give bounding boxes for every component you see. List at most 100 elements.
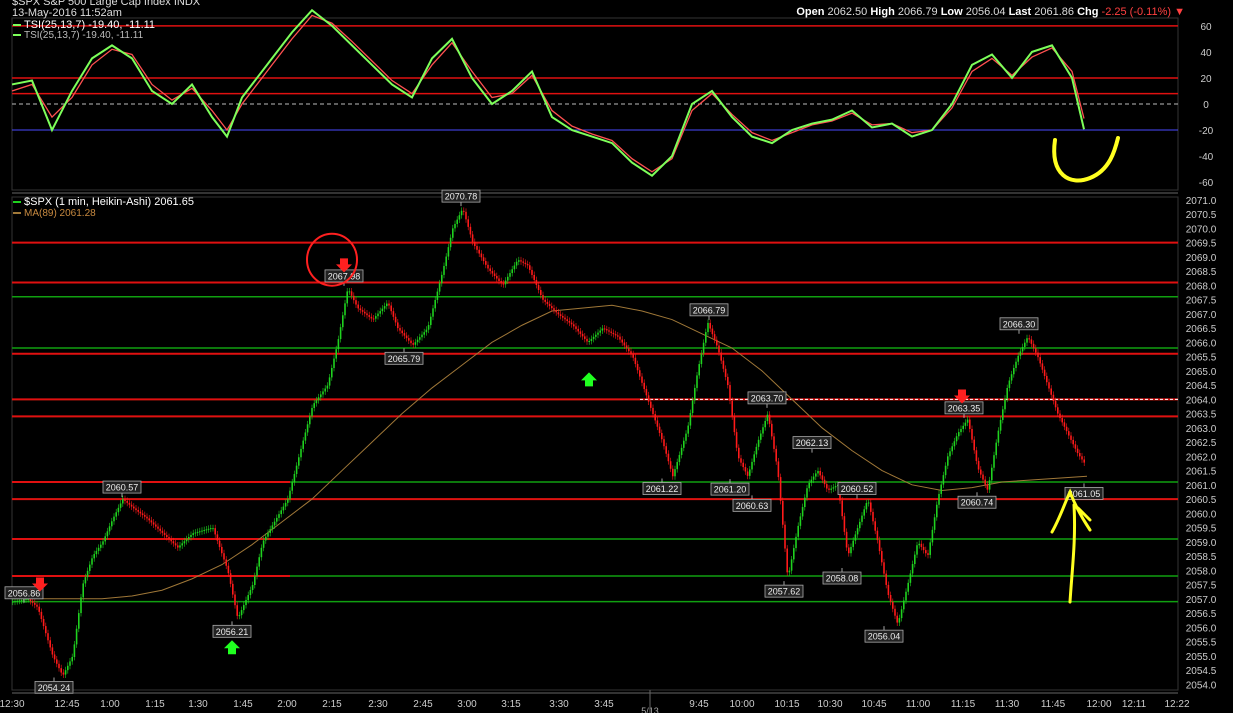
- price-panel-frame: [11, 196, 1179, 691]
- price-label: 2070.78: [445, 192, 478, 202]
- candle-up: [960, 428, 962, 433]
- candle-up: [511, 269, 513, 274]
- candle-up: [434, 299, 436, 309]
- candle-down: [34, 602, 36, 605]
- candle-down: [775, 448, 777, 462]
- candle-down: [469, 226, 472, 235]
- candle-down: [502, 283, 505, 285]
- price-label: 2060.57: [106, 483, 139, 493]
- price-label: 2054.24: [38, 683, 71, 693]
- candle-down: [168, 537, 170, 540]
- candle-down: [410, 340, 412, 344]
- candle-up: [86, 570, 89, 578]
- candle-down: [874, 521, 876, 531]
- candle-down: [628, 348, 630, 352]
- candle-up: [416, 339, 419, 343]
- candle-down: [399, 328, 401, 331]
- candle-up: [93, 554, 95, 559]
- x-tick-label: 10:45: [861, 699, 886, 710]
- candle-down: [236, 605, 238, 616]
- candle-down: [665, 446, 667, 454]
- candle-up: [588, 341, 590, 343]
- candle-up: [867, 502, 870, 504]
- candle-up: [962, 425, 964, 429]
- candle-up: [282, 506, 285, 511]
- candle-down: [603, 328, 606, 330]
- candle-down: [526, 264, 529, 266]
- candle-up: [249, 590, 252, 596]
- candle-up: [278, 514, 280, 518]
- candle-down: [1041, 363, 1044, 370]
- candle-down: [482, 257, 485, 262]
- candle-up: [339, 327, 342, 340]
- candle-up: [995, 442, 997, 456]
- candle-down: [1072, 439, 1074, 445]
- price-y-tick: 2068.0: [1186, 281, 1217, 292]
- candle-up: [1017, 355, 1019, 362]
- candle-up: [104, 536, 106, 542]
- candle-down: [573, 324, 575, 327]
- candle-up: [111, 521, 113, 527]
- candle-up: [795, 536, 797, 549]
- candle-up: [89, 564, 91, 571]
- candle-up: [905, 591, 907, 601]
- candle-down: [361, 310, 364, 312]
- candle-up: [333, 358, 335, 368]
- candle-up: [106, 531, 109, 537]
- x-tick-label: 12:45: [54, 699, 79, 710]
- candle-up: [597, 332, 599, 335]
- candle-up: [324, 388, 326, 392]
- candle-down: [463, 210, 465, 212]
- candle-down: [777, 461, 780, 478]
- candle-up: [205, 529, 208, 531]
- candle-down: [617, 335, 619, 337]
- candle-up: [97, 547, 100, 551]
- candle-up: [251, 585, 254, 591]
- price-y-tick: 2065.5: [1186, 353, 1217, 364]
- candle-up: [69, 661, 71, 666]
- candle-down: [625, 345, 628, 349]
- candle-up: [817, 470, 819, 474]
- candle-down: [353, 295, 355, 301]
- candle-up: [331, 367, 333, 378]
- candle-down: [533, 274, 535, 280]
- x-tick-label: 1:00: [100, 699, 120, 710]
- candle-up: [799, 516, 802, 526]
- ma-swatch-icon: [13, 212, 21, 215]
- candle-up: [599, 330, 601, 333]
- candle-down: [467, 219, 469, 227]
- candle-down: [489, 268, 491, 271]
- candle-down: [146, 516, 148, 519]
- candle-down: [1068, 431, 1070, 436]
- candle-up: [113, 516, 115, 522]
- candle-down: [892, 601, 894, 609]
- candle-down: [53, 654, 56, 660]
- candle-down: [159, 528, 161, 531]
- candle-down: [663, 439, 665, 447]
- candle-up: [20, 599, 23, 601]
- x-tick-label: 2:00: [277, 699, 297, 710]
- candle-up: [678, 454, 681, 463]
- candle-up: [753, 454, 755, 462]
- candle-down: [1076, 448, 1079, 454]
- candle-down: [724, 368, 727, 377]
- candle-down: [42, 618, 45, 627]
- quote-summary: Open 2062.50 High 2066.79 Low 2056.04 La…: [796, 6, 1185, 18]
- candle-down: [397, 322, 399, 329]
- candle-down: [137, 510, 139, 512]
- candle-down: [412, 343, 414, 345]
- candle-up: [1010, 374, 1013, 381]
- candle-up: [793, 548, 795, 560]
- candle-up: [377, 313, 379, 317]
- candle-down: [843, 516, 846, 532]
- candle-down: [548, 303, 551, 307]
- candle-up: [938, 493, 940, 505]
- tsi-y-tick: 0: [1203, 100, 1209, 111]
- candle-down: [144, 515, 146, 517]
- candle-down: [47, 633, 49, 641]
- yellow-smile-annotation: [1052, 136, 1120, 183]
- x-tick-label: 11:00: [906, 699, 931, 710]
- last-value: 2061.86: [1034, 6, 1075, 18]
- candle-up: [441, 274, 443, 284]
- candle-up: [427, 325, 430, 330]
